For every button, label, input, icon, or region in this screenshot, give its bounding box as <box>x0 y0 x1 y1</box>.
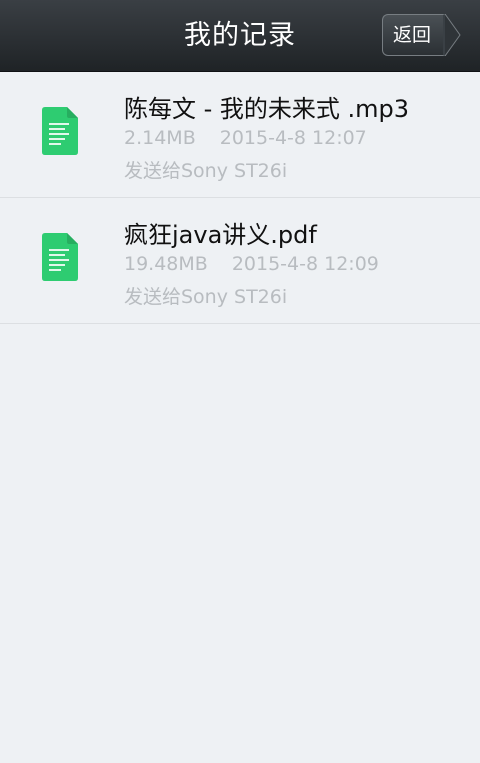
back-button[interactable]: 返回 <box>382 14 446 56</box>
document-icon <box>42 107 78 155</box>
title-bar: 我的记录 返回 <box>0 0 480 72</box>
file-meta: 19.48MB 2015-4-8 12:09 <box>124 253 379 275</box>
file-meta: 2.14MB 2015-4-8 12:07 <box>124 127 367 149</box>
file-size: 2.14MB <box>124 127 196 149</box>
file-name: 陈每文 - 我的未来式 .mp3 <box>124 95 410 123</box>
record-list: 陈每文 - 我的未来式 .mp3 2.14MB 2015-4-8 12:07 发送… <box>0 72 480 324</box>
document-icon <box>42 233 78 281</box>
back-button-arrow-icon[interactable] <box>443 14 461 56</box>
send-target: 发送给Sony ST26i <box>124 160 288 182</box>
list-item[interactable]: 陈每文 - 我的未来式 .mp3 2.14MB 2015-4-8 12:07 发送… <box>0 72 480 198</box>
file-date: 2015-4-8 12:09 <box>231 253 379 275</box>
send-target: 发送给Sony ST26i <box>124 286 288 308</box>
file-name: 疯狂java讲义.pdf <box>124 221 317 249</box>
back-button-label: 返回 <box>393 24 432 46</box>
file-date: 2015-4-8 12:07 <box>219 127 367 149</box>
list-item[interactable]: 疯狂java讲义.pdf 19.48MB 2015-4-8 12:09 发送给So… <box>0 198 480 324</box>
file-size: 19.48MB <box>124 253 208 275</box>
